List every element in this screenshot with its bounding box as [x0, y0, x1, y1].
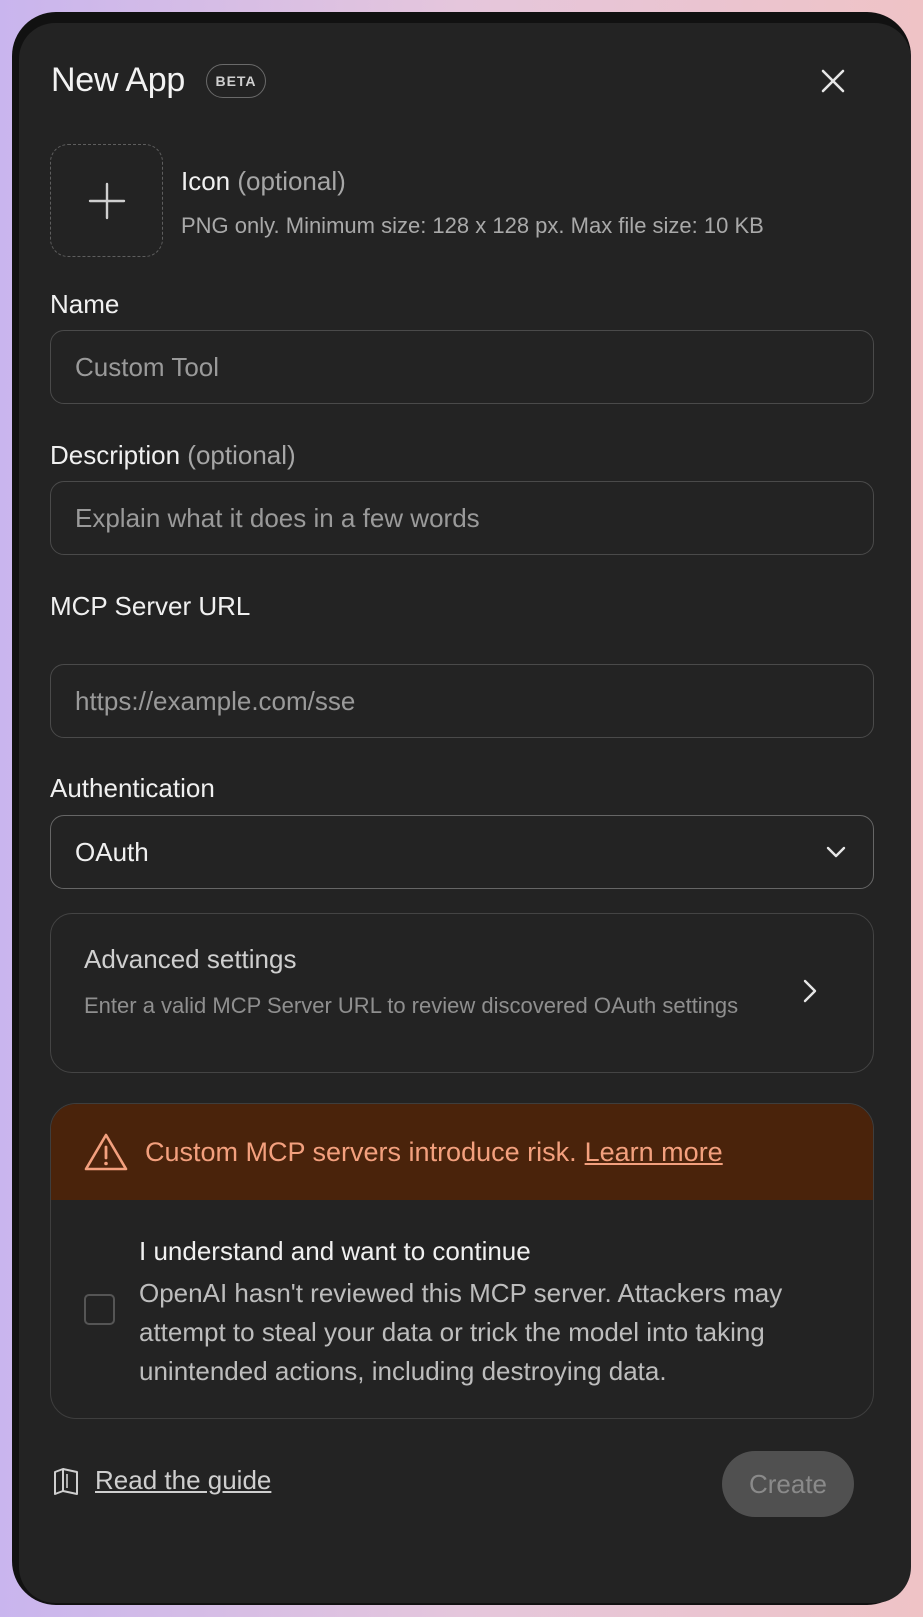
description-input[interactable] [50, 481, 874, 555]
icon-hint: PNG only. Minimum size: 128 x 128 px. Ma… [181, 213, 764, 238]
risk-warning-banner: Custom MCP servers introduce risk. Learn… [51, 1104, 873, 1200]
risk-panel: Custom MCP servers introduce risk. Learn… [50, 1103, 874, 1419]
warning-triangle-icon [84, 1133, 128, 1171]
book-icon [54, 1467, 78, 1495]
chevron-down-icon [826, 846, 846, 858]
icon-upload-button[interactable] [50, 144, 163, 257]
description-label-text: Description [50, 440, 181, 470]
chevron-right-icon [803, 979, 817, 1003]
advanced-settings-card[interactable]: Advanced settings Enter a valid MCP Serv… [50, 913, 874, 1073]
consent-body: OpenAI hasn't reviewed this MCP server. … [139, 1278, 783, 1386]
read-guide-text: Read the guide [95, 1465, 272, 1495]
mcp-url-label: MCP Server URL [50, 591, 251, 621]
modal-title: New App [51, 61, 185, 99]
name-input[interactable] [50, 330, 874, 404]
mcp-url-input[interactable] [50, 664, 874, 738]
consent-title: I understand and want to continue [139, 1236, 531, 1266]
description-label: Description (optional) [50, 440, 296, 471]
authentication-label: Authentication [50, 773, 215, 803]
authentication-select[interactable]: OAuth [50, 815, 874, 889]
icon-optional: (optional) [237, 166, 346, 196]
advanced-settings-description: Enter a valid MCP Server URL to review d… [84, 993, 739, 1018]
advanced-settings-title: Advanced settings [84, 944, 297, 974]
plus-icon [88, 182, 125, 219]
risk-warning-text: Custom MCP servers introduce risk. [145, 1136, 577, 1167]
learn-more-link[interactable]: Learn more [585, 1137, 723, 1168]
icon-label: Icon (optional) [181, 166, 346, 197]
read-guide-link[interactable]: Read the guide [51, 1465, 271, 1496]
name-label: Name [50, 289, 120, 319]
icon-label-text: Icon [181, 166, 231, 196]
description-optional: (optional) [187, 440, 296, 470]
create-button[interactable]: Create [722, 1451, 854, 1517]
close-icon [821, 69, 845, 93]
new-app-modal: New App BETA Icon (optional) PNG only. M… [19, 23, 911, 1603]
beta-badge: BETA [206, 64, 266, 98]
authentication-value: OAuth [75, 836, 149, 867]
consent-checkbox[interactable] [84, 1294, 115, 1325]
close-button[interactable] [815, 63, 851, 99]
